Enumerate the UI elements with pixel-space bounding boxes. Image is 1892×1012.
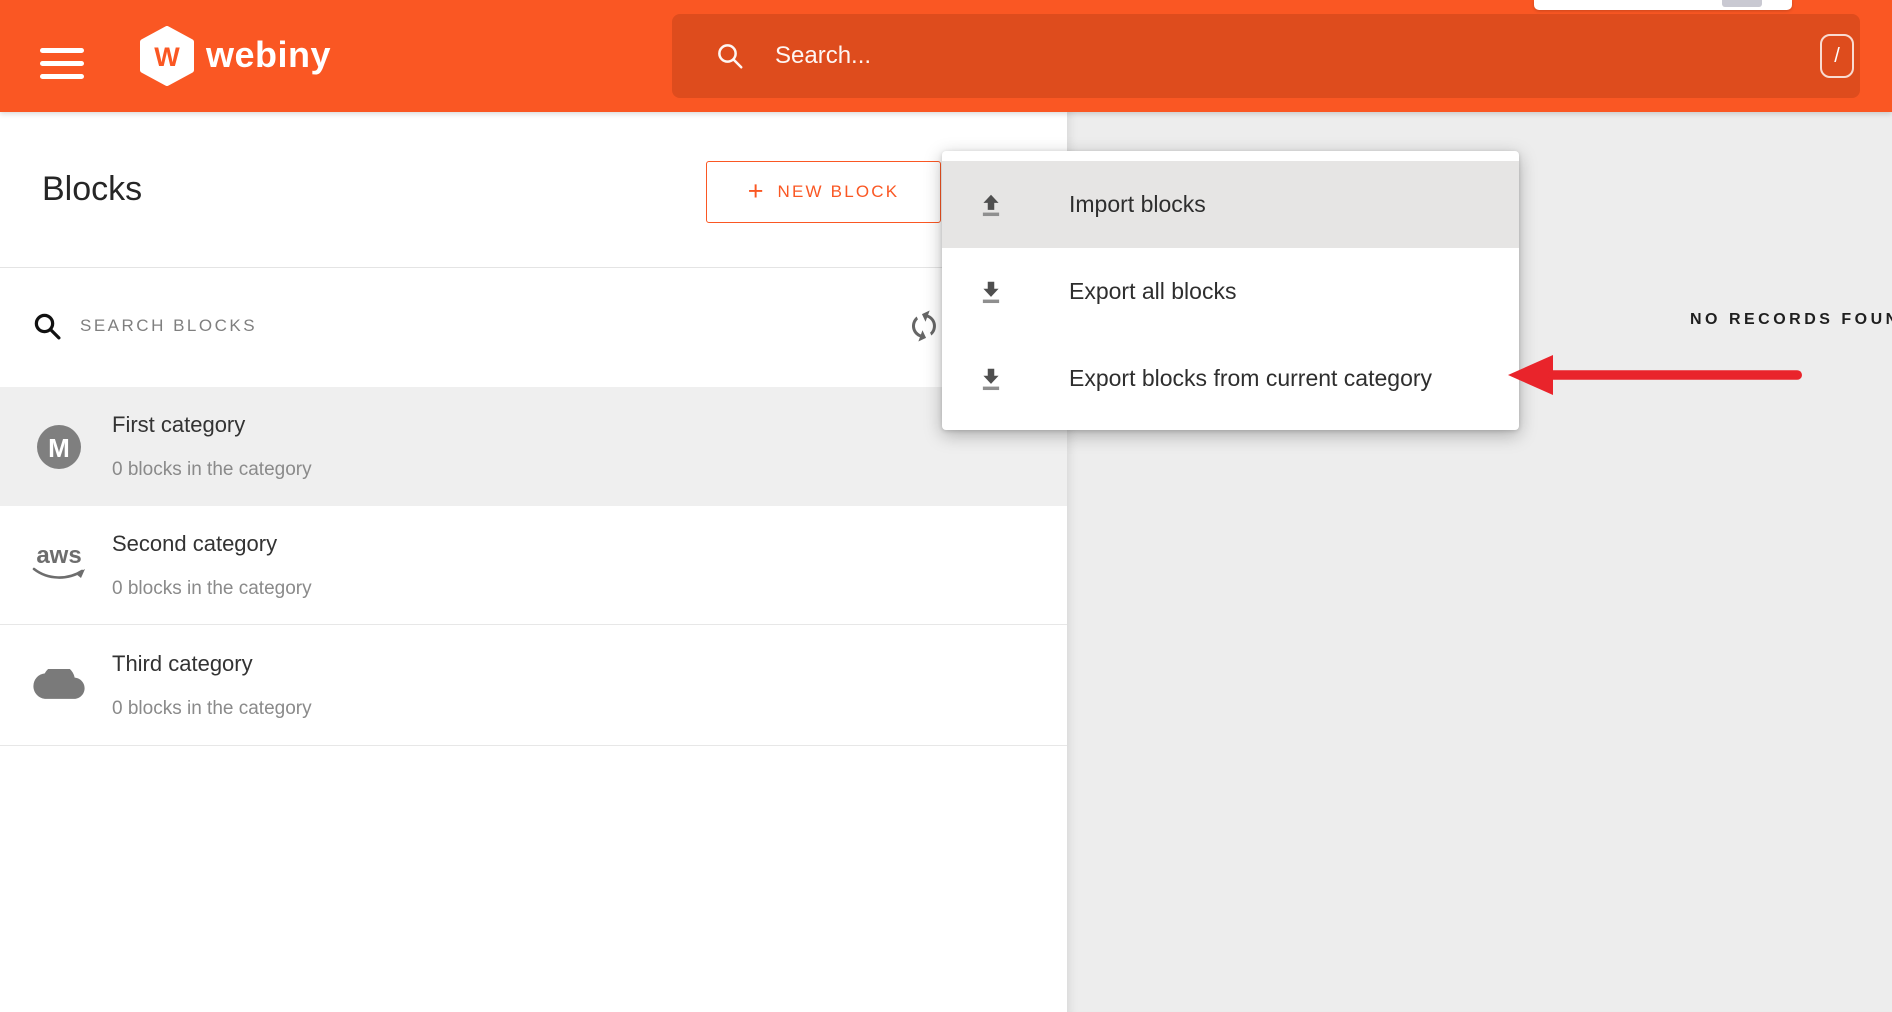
menu-item-label: Export blocks from current category: [1069, 365, 1432, 392]
monero-logo-icon: M: [36, 424, 82, 470]
plus-icon: +: [748, 178, 764, 205]
global-search-input[interactable]: [775, 42, 1820, 70]
aws-logo-icon: aws: [32, 545, 86, 586]
brand-wordmark: webiny: [206, 34, 331, 76]
app-header: W webiny /: [0, 0, 1892, 112]
new-block-label: NEW BLOCK: [777, 182, 899, 202]
search-icon: [715, 41, 745, 71]
search-icon: [32, 311, 62, 341]
category-row-third[interactable]: Third category 0 blocks in the category: [0, 625, 1067, 746]
export-import-menu: Import blocks Export all blocks Export b…: [942, 151, 1519, 430]
category-row-first[interactable]: M First category 0 blocks in the categor…: [0, 387, 1067, 506]
download-icon: [978, 279, 1004, 305]
no-records-message: NO RECORDS FOUND: [1690, 311, 1892, 329]
hamburger-menu-icon[interactable]: [40, 48, 84, 79]
category-row-second[interactable]: aws Second category 0 blocks in the cate…: [0, 506, 1067, 625]
webiny-logo[interactable]: W webiny: [140, 26, 194, 86]
global-search-bar[interactable]: /: [672, 14, 1860, 98]
keyboard-shortcut-badge: /: [1820, 34, 1854, 78]
clipped-popup-control: [1722, 0, 1762, 7]
menu-item-export-all-blocks[interactable]: Export all blocks: [942, 248, 1519, 335]
webiny-hexagon-icon: W: [140, 26, 194, 86]
category-name: Second category: [112, 530, 312, 557]
menu-item-label: Export all blocks: [1069, 278, 1236, 305]
category-list: M First category 0 blocks in the categor…: [0, 387, 1067, 746]
page-title: Blocks: [42, 170, 142, 209]
new-block-button[interactable]: + NEW BLOCK: [706, 161, 941, 223]
cloudflare-logo-icon: [33, 669, 85, 701]
upload-icon: [978, 192, 1004, 218]
app-screen: NO RECORDS FOUND W webiny / Blocks: [0, 0, 1892, 1012]
refresh-icon[interactable]: [901, 303, 947, 349]
category-description: 0 blocks in the category: [112, 697, 312, 721]
menu-item-export-blocks-current-category[interactable]: Export blocks from current category: [942, 335, 1519, 422]
category-description: 0 blocks in the category: [112, 458, 312, 482]
category-name: Third category: [112, 650, 312, 677]
logo-letter: W: [154, 42, 180, 72]
section-divider: [0, 267, 1067, 268]
category-name: First category: [112, 411, 312, 438]
menu-item-import-blocks[interactable]: Import blocks: [942, 161, 1519, 248]
aws-logo-text: aws: [32, 545, 86, 567]
download-icon: [978, 366, 1004, 392]
blocks-search-input[interactable]: [80, 306, 760, 346]
aws-swoosh: [32, 567, 86, 581]
monero-letter: M: [48, 433, 70, 463]
category-description: 0 blocks in the category: [112, 577, 312, 601]
menu-item-label: Import blocks: [1069, 191, 1206, 218]
clipped-browser-popup: [1534, 0, 1792, 10]
